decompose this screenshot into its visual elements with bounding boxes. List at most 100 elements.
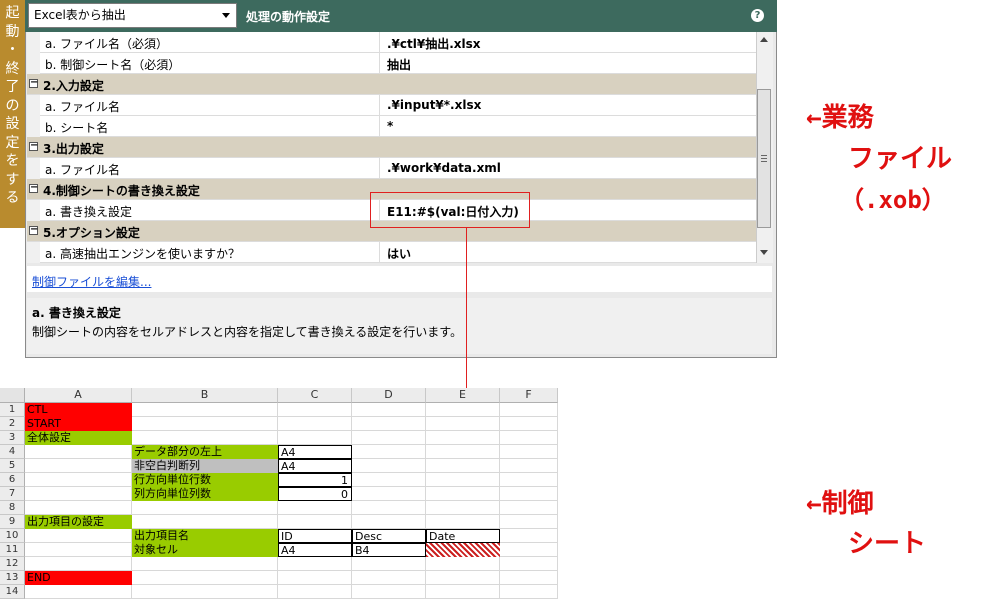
row-header[interactable]: 12 (0, 557, 25, 571)
cell-a1[interactable]: CTL (25, 403, 132, 417)
column-header[interactable]: C (278, 388, 352, 403)
highlight-rewrite-value (370, 192, 530, 228)
property-value[interactable]: 抽出 (387, 56, 411, 73)
row-header[interactable]: 11 (0, 543, 25, 557)
row-header[interactable]: 8 (0, 501, 25, 515)
annotation-control-sheet-2: シート (848, 529, 927, 559)
side-tab-char: す (5, 171, 20, 188)
side-tab-char: ・ (5, 42, 20, 58)
select-all-corner[interactable] (0, 388, 25, 403)
property-value[interactable]: * (387, 119, 393, 133)
column-divider (379, 158, 380, 179)
section-label: 3.出力設定 (43, 142, 104, 156)
collapse-icon[interactable]: − (29, 225, 38, 235)
annotation-control-sheet-1: ←制御 (806, 489, 874, 519)
annotation-business-file-3: （.xob） (840, 186, 946, 214)
gridline (351, 403, 352, 599)
scrollbar-thumb[interactable] (757, 89, 771, 228)
collapse-icon[interactable]: − (29, 78, 38, 88)
property-row[interactable]: a. ファイル名 .¥work¥data.xml (27, 158, 756, 179)
property-row[interactable]: a. 高速抽出エンジンを使いますか？ はい (27, 242, 756, 263)
section-header[interactable]: −3.出力設定 (27, 137, 756, 158)
column-header[interactable]: E (426, 388, 500, 403)
property-label: a. ファイル名 (45, 163, 120, 177)
column-divider (379, 242, 380, 263)
property-row[interactable]: a. ファイル名（必須） .¥ctl¥抽出.xlsx (27, 32, 756, 53)
side-tab-start-end-settings[interactable]: 起動・終了の設定をする (0, 0, 25, 228)
property-label: a. ファイル名（必須） (45, 37, 168, 51)
row-header[interactable]: 6 (0, 473, 25, 487)
column-header[interactable]: D (352, 388, 426, 403)
property-row[interactable]: b. シート名 * (27, 116, 756, 137)
cell-c10[interactable]: ID (278, 529, 352, 543)
column-header[interactable]: A (25, 388, 132, 403)
cell-d11[interactable]: B4 (352, 543, 426, 557)
cell-c5[interactable]: A4 (278, 459, 352, 473)
scroll-up-icon[interactable] (760, 37, 768, 42)
cell-d10[interactable]: Desc (352, 529, 426, 543)
cell-b5[interactable]: 非空白判断列 (132, 459, 278, 473)
collapse-icon[interactable]: − (29, 183, 38, 193)
cell-b6[interactable]: 行方向単位行数 (132, 473, 278, 487)
cell-c4[interactable]: A4 (278, 445, 352, 459)
section-label: 4.制御シートの書き換え設定 (43, 184, 200, 198)
cell-e10[interactable]: Date (426, 529, 500, 543)
property-value[interactable]: .¥input¥*.xlsx (387, 98, 481, 112)
row-indent (27, 53, 40, 74)
row-header[interactable]: 3 (0, 431, 25, 445)
row-header[interactable]: 13 (0, 571, 25, 585)
cell-a2[interactable]: START (25, 417, 132, 431)
column-header[interactable]: B (132, 388, 278, 403)
description-text: 制御シートの内容をセルアドレスと内容を指定して書き換える設定を行います。 (32, 325, 463, 339)
row-header[interactable]: 7 (0, 487, 25, 501)
row-header[interactable]: 4 (0, 445, 25, 459)
grip-icon (761, 155, 767, 156)
section-label: 5.オプション設定 (43, 226, 140, 240)
panel-title: 処理の動作設定 (246, 10, 331, 24)
section-header[interactable]: −2.入力設定 (27, 74, 756, 95)
cell-a3[interactable]: 全体設定 (25, 431, 132, 445)
row-header[interactable]: 5 (0, 459, 25, 473)
cell-c11[interactable]: A4 (278, 543, 352, 557)
help-icon[interactable]: ? (751, 9, 764, 22)
cell-e11[interactable] (426, 543, 500, 557)
process-type-dropdown[interactable]: Excel表から抽出 (28, 3, 237, 28)
row-header[interactable]: 10 (0, 529, 25, 543)
property-row[interactable]: b. 制御シート名（必須） 抽出 (27, 53, 756, 74)
cell-a13[interactable]: END (25, 571, 132, 585)
row-header[interactable]: 2 (0, 417, 25, 431)
property-value[interactable]: .¥ctl¥抽出.xlsx (387, 35, 481, 52)
row-header[interactable]: 1 (0, 403, 25, 417)
side-tab-char: 了 (5, 79, 20, 95)
cell-b10[interactable]: 出力項目名 (132, 529, 278, 543)
property-grid: a. ファイル名（必須） .¥ctl¥抽出.xlsx b. 制御シート名（必須） 抽出… (27, 32, 756, 263)
cell-b7[interactable]: 列方向単位列数 (132, 487, 278, 501)
gridline (557, 403, 558, 599)
property-value[interactable]: はい (387, 245, 411, 262)
column-divider (379, 95, 380, 116)
side-tab-char: 設 (5, 116, 20, 132)
scroll-down-icon[interactable] (760, 250, 768, 255)
cell-c7[interactable]: 0 (278, 487, 352, 501)
cell-a9[interactable]: 出力項目の設定 (25, 515, 132, 529)
collapse-icon[interactable]: − (29, 141, 38, 151)
property-label: b. 制御シート名（必須） (45, 58, 181, 72)
row-header[interactable]: 9 (0, 515, 25, 529)
column-divider (379, 116, 380, 137)
column-header[interactable]: F (500, 388, 558, 403)
cell-b4[interactable]: データ部分の左上 (132, 445, 278, 459)
property-label: a. 書き換え設定 (45, 205, 132, 219)
row-indent (27, 242, 40, 263)
cell-b11[interactable]: 対象セル (132, 543, 278, 557)
row-header[interactable]: 14 (0, 585, 25, 599)
property-value[interactable]: .¥work¥data.xml (387, 161, 501, 175)
side-tab-char: 起 (5, 5, 20, 21)
property-row[interactable]: a. ファイル名 .¥input¥*.xlsx (27, 95, 756, 116)
cell-c6[interactable]: 1 (278, 473, 352, 487)
side-tab-char: 終 (5, 60, 20, 77)
edit-control-file-link[interactable]: 制御ファイルを編集... (32, 273, 151, 290)
chevron-down-icon (222, 13, 230, 18)
side-tab-char: の (5, 97, 20, 114)
gridline (425, 403, 426, 599)
row-indent (27, 116, 40, 137)
